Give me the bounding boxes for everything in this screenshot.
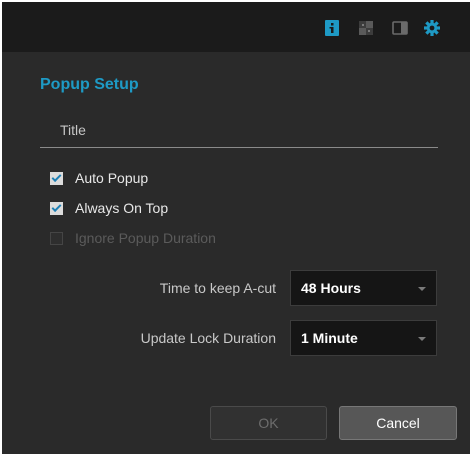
time-to-keep-label: Time to keep A-cut [159, 280, 276, 296]
always-on-top-checkbox[interactable]: Always On Top [50, 199, 168, 217]
title-field[interactable] [40, 112, 438, 148]
update-lock-duration-label: Update Lock Duration [140, 330, 276, 346]
always-on-top-label: Always On Top [75, 200, 169, 216]
ok-button[interactable]: OK [210, 406, 327, 440]
time-to-keep-dropdown[interactable]: 48 Hours [290, 270, 437, 306]
auto-popup-label: Auto Popup [75, 170, 149, 186]
chevron-down-icon [418, 337, 426, 341]
top-toolbar [2, 2, 470, 52]
info-icon[interactable] [324, 20, 340, 36]
checkbox-checked-icon[interactable] [50, 171, 63, 185]
dialog-title: Popup Setup [40, 76, 139, 93]
update-lock-duration-value: 1 Minute [301, 330, 358, 346]
gear-icon[interactable] [424, 20, 440, 36]
checkbox-checked-icon[interactable] [50, 201, 63, 215]
auto-popup-checkbox[interactable]: Auto Popup [50, 169, 148, 187]
grid-icon[interactable] [358, 20, 374, 36]
popup-setup-dialog: Popup Setup Auto Popup Always On Top Ign… [2, 2, 470, 454]
ignore-popup-duration-checkbox: Ignore Popup Duration [50, 229, 216, 247]
ignore-popup-duration-label: Ignore Popup Duration [75, 230, 216, 246]
time-to-keep-value: 48 Hours [301, 280, 361, 296]
title-input[interactable] [40, 112, 438, 147]
update-lock-duration-dropdown[interactable]: 1 Minute [290, 320, 437, 356]
panel-icon[interactable] [392, 20, 408, 36]
cancel-button[interactable]: Cancel [339, 406, 457, 440]
checkbox-unchecked-icon [50, 231, 63, 245]
chevron-down-icon [418, 287, 426, 291]
